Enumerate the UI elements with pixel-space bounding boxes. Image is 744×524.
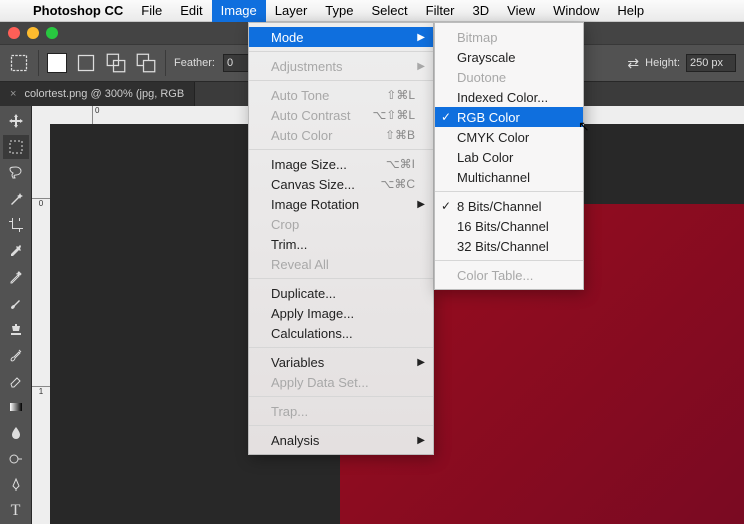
- svg-text:✚: ✚: [16, 271, 21, 278]
- selection-new-icon[interactable]: [75, 52, 97, 74]
- move-tool-icon[interactable]: [3, 109, 29, 133]
- menu-item-lab-color[interactable]: Lab Color: [435, 147, 583, 167]
- menu-item-canvas-size[interactable]: Canvas Size...⌥⌘C: [249, 174, 433, 194]
- magic-wand-tool-icon[interactable]: [3, 187, 29, 211]
- menubar-item-window[interactable]: Window: [544, 0, 608, 22]
- menu-item-16bit[interactable]: 16 Bits/Channel: [435, 216, 583, 236]
- height-label: Height:: [645, 57, 680, 69]
- type-tool-icon[interactable]: T: [3, 499, 29, 523]
- ruler-vertical: 0 1: [32, 106, 50, 524]
- zoom-window-icon[interactable]: [46, 27, 58, 39]
- healing-brush-tool-icon[interactable]: ✚: [3, 265, 29, 289]
- menu-item-auto-tone[interactable]: Auto Tone⇧⌘L: [249, 85, 433, 105]
- menu-item-rgb-color[interactable]: ✓RGB Color: [435, 107, 583, 127]
- height-input[interactable]: [686, 54, 736, 72]
- menu-item-crop[interactable]: Crop: [249, 214, 433, 234]
- menu-item-variables[interactable]: Variables▶: [249, 352, 433, 372]
- history-brush-tool-icon[interactable]: [3, 343, 29, 367]
- menubar-item-type[interactable]: Type: [316, 0, 362, 22]
- eyedropper-tool-icon[interactable]: [3, 239, 29, 263]
- menu-item-grayscale[interactable]: Grayscale: [435, 47, 583, 67]
- document-tab-title: colortest.png @ 300% (jpg, RGB: [24, 88, 184, 100]
- menu-item-bitmap[interactable]: Bitmap: [435, 27, 583, 47]
- menu-item-trim[interactable]: Trim...: [249, 234, 433, 254]
- ruler-tick: 0: [92, 106, 99, 124]
- menubar-item-help[interactable]: Help: [608, 0, 653, 22]
- menu-item-color-table[interactable]: Color Table...: [435, 265, 583, 285]
- image-menu: Mode▶ Adjustments▶ Auto Tone⇧⌘L Auto Con…: [248, 22, 434, 455]
- crop-tool-icon[interactable]: [3, 213, 29, 237]
- menu-item-apply-image[interactable]: Apply Image...: [249, 303, 433, 323]
- menu-item-8bit[interactable]: ✓8 Bits/Channel: [435, 196, 583, 216]
- menubar-item-3d[interactable]: 3D: [464, 0, 499, 22]
- ruler-tick: 0: [32, 198, 50, 208]
- foreground-swatch-icon[interactable]: [47, 53, 67, 73]
- document-tab[interactable]: × colortest.png @ 300% (jpg, RGB: [0, 82, 195, 106]
- menu-item-duotone[interactable]: Duotone: [435, 67, 583, 87]
- menubar-item-file[interactable]: File: [132, 0, 171, 22]
- tool-preset-icon[interactable]: [8, 52, 30, 74]
- mac-menubar: Photoshop CC FileEditImageLayerTypeSelec…: [0, 0, 744, 22]
- menubar-item-edit[interactable]: Edit: [171, 0, 211, 22]
- menu-item-auto-contrast[interactable]: Auto Contrast⌥⇧⌘L: [249, 105, 433, 125]
- close-tab-icon[interactable]: ×: [10, 88, 16, 100]
- menubar-item-view[interactable]: View: [498, 0, 544, 22]
- menu-item-duplicate[interactable]: Duplicate...: [249, 283, 433, 303]
- mode-submenu: Bitmap Grayscale Duotone Indexed Color..…: [434, 22, 584, 290]
- blur-tool-icon[interactable]: [3, 421, 29, 445]
- marquee-tool-icon[interactable]: [3, 135, 29, 159]
- menu-item-mode[interactable]: Mode▶: [249, 27, 433, 47]
- menu-item-analysis[interactable]: Analysis▶: [249, 430, 433, 450]
- gradient-tool-icon[interactable]: [3, 395, 29, 419]
- menu-item-image-rotation[interactable]: Image Rotation▶: [249, 194, 433, 214]
- menu-item-reveal-all[interactable]: Reveal All: [249, 254, 433, 274]
- selection-subtract-icon[interactable]: [135, 52, 157, 74]
- eraser-tool-icon[interactable]: [3, 369, 29, 393]
- menu-item-apply-data-set[interactable]: Apply Data Set...: [249, 372, 433, 392]
- menu-item-trap[interactable]: Trap...: [249, 401, 433, 421]
- minimize-window-icon[interactable]: [27, 27, 39, 39]
- lasso-tool-icon[interactable]: [3, 161, 29, 185]
- menu-item-indexed-color[interactable]: Indexed Color...: [435, 87, 583, 107]
- dodge-tool-icon[interactable]: [3, 447, 29, 471]
- menubar-item-filter[interactable]: Filter: [417, 0, 464, 22]
- menubar-item-layer[interactable]: Layer: [266, 0, 317, 22]
- ruler-tick: 1: [32, 386, 50, 396]
- selection-add-icon[interactable]: [105, 52, 127, 74]
- menu-item-calculations[interactable]: Calculations...: [249, 323, 433, 343]
- clone-stamp-tool-icon[interactable]: [3, 317, 29, 341]
- menu-item-cmyk-color[interactable]: CMYK Color: [435, 127, 583, 147]
- swap-dimensions-icon[interactable]: ⇄: [627, 55, 639, 72]
- menu-item-multichannel[interactable]: Multichannel: [435, 167, 583, 187]
- menu-item-32bit[interactable]: 32 Bits/Channel: [435, 236, 583, 256]
- menubar-item-image[interactable]: Image: [212, 0, 266, 22]
- tools-panel: ✚ T: [0, 106, 32, 524]
- menubar-item-select[interactable]: Select: [362, 0, 416, 22]
- close-window-icon[interactable]: [8, 27, 20, 39]
- menu-item-image-size[interactable]: Image Size...⌥⌘I: [249, 154, 433, 174]
- menu-item-adjustments[interactable]: Adjustments▶: [249, 56, 433, 76]
- menu-item-auto-color[interactable]: Auto Color⇧⌘B: [249, 125, 433, 145]
- app-name[interactable]: Photoshop CC: [24, 3, 132, 18]
- brush-tool-icon[interactable]: [3, 291, 29, 315]
- feather-label: Feather:: [174, 57, 215, 69]
- pen-tool-icon[interactable]: [3, 473, 29, 497]
